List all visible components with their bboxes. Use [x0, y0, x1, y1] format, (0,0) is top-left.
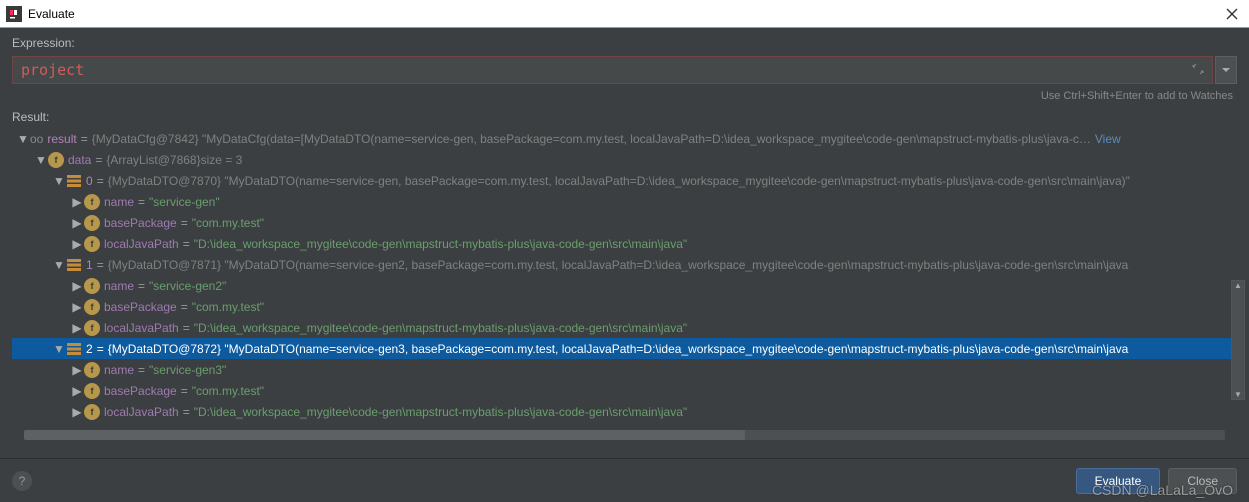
expression-value: project — [21, 61, 84, 79]
close-icon[interactable] — [1221, 3, 1243, 25]
tree-row-field[interactable]: ▶f localJavaPath="D:\idea_workspace_mygi… — [12, 233, 1237, 254]
scroll-down-icon[interactable]: ▼ — [1234, 390, 1242, 399]
expand-icon[interactable] — [1192, 63, 1204, 78]
collapse-icon[interactable]: ▼ — [52, 174, 66, 188]
tree-row-result[interactable]: ▼ oo result = {MyDataCfg@7842} "MyDataCf… — [12, 128, 1237, 149]
result-label: Result: — [12, 110, 1237, 124]
footer: ? Evaluate Close — [0, 458, 1249, 502]
element-icon — [66, 175, 82, 187]
field-icon: f — [84, 383, 100, 399]
field-icon: f — [84, 236, 100, 252]
expand-icon[interactable]: ▶ — [70, 384, 84, 398]
field-icon: f — [84, 215, 100, 231]
var-type: {MyDataCfg@7842} — [92, 132, 199, 146]
hint-text: Use Ctrl+Shift+Enter to add to Watches — [12, 90, 1237, 102]
field-icon: f — [84, 194, 100, 210]
window-title: Evaluate — [28, 7, 1221, 21]
field-icon: f — [84, 299, 100, 315]
help-button[interactable]: ? — [12, 471, 32, 491]
tree-row-field[interactable]: ▶f basePackage="com.my.test" — [12, 212, 1237, 233]
expression-label: Expression: — [12, 36, 1237, 50]
tree-row-data[interactable]: ▼ f data = {ArrayList@7868} size = 3 — [12, 149, 1237, 170]
tree-row-item[interactable]: ▼ 1={MyDataDTO@7871} "MyDataDTO(name=ser… — [12, 254, 1237, 275]
field-icon: f — [84, 278, 100, 294]
tree-row-item[interactable]: ▼ 2={MyDataDTO@7872} "MyDataDTO(name=ser… — [12, 338, 1237, 359]
tree-row-field[interactable]: ▶f name="service-gen2" — [12, 275, 1237, 296]
expand-icon[interactable]: ▶ — [70, 279, 84, 293]
vertical-side-scroll[interactable]: ▲ ▼ — [1231, 280, 1245, 400]
collapse-icon[interactable]: ▼ — [34, 153, 48, 167]
var-name: data — [68, 153, 91, 167]
scroll-thumb[interactable] — [24, 430, 745, 440]
expand-icon[interactable]: ▶ — [70, 300, 84, 314]
field-icon: f — [84, 362, 100, 378]
close-button[interactable]: Close — [1168, 468, 1237, 494]
expand-icon[interactable]: ▶ — [70, 195, 84, 209]
field-icon: f — [48, 152, 64, 168]
size-label: size = 3 — [201, 153, 243, 167]
tree-row-item[interactable]: ▼ 0={MyDataDTO@7870} "MyDataDTO(name=ser… — [12, 170, 1237, 191]
expand-icon[interactable]: ▶ — [70, 216, 84, 230]
expand-icon[interactable]: ▶ — [70, 321, 84, 335]
field-icon: f — [84, 320, 100, 336]
expand-icon[interactable]: ▶ — [70, 363, 84, 377]
tree-row-field[interactable]: ▶f name="service-gen" — [12, 191, 1237, 212]
var-type: {ArrayList@7868} — [106, 153, 200, 167]
tree-row-field[interactable]: ▶f localJavaPath="D:\idea_workspace_mygi… — [12, 401, 1237, 422]
tree-row-field[interactable]: ▶f name="service-gen3" — [12, 359, 1237, 380]
collapse-icon[interactable]: ▼ — [52, 258, 66, 272]
result-tree[interactable]: ▼ oo result = {MyDataCfg@7842} "MyDataCf… — [12, 128, 1237, 430]
scroll-up-icon[interactable]: ▲ — [1234, 281, 1242, 290]
tree-row-field[interactable]: ▶f basePackage="com.my.test" — [12, 380, 1237, 401]
horizontal-scrollbar[interactable] — [24, 430, 1225, 440]
element-icon — [66, 343, 82, 355]
var-name: result — [47, 132, 76, 146]
expression-input[interactable]: project — [12, 56, 1213, 84]
element-icon — [66, 259, 82, 271]
collapse-icon[interactable]: ▼ — [52, 342, 66, 356]
app-icon — [6, 6, 22, 22]
expand-icon[interactable]: ▶ — [70, 237, 84, 251]
collapse-icon[interactable]: ▼ — [16, 132, 30, 146]
object-icon: oo — [30, 132, 43, 146]
view-link[interactable]: View — [1095, 132, 1121, 146]
titlebar: Evaluate — [0, 0, 1249, 28]
tree-row-field[interactable]: ▶f basePackage="com.my.test" — [12, 296, 1237, 317]
tree-row-field[interactable]: ▶f localJavaPath="D:\idea_workspace_mygi… — [12, 317, 1237, 338]
evaluate-button[interactable]: Evaluate — [1076, 468, 1161, 494]
field-icon: f — [84, 404, 100, 420]
history-dropdown[interactable] — [1215, 56, 1237, 84]
var-value: "MyDataCfg(data=[MyDataDTO(name=service-… — [202, 132, 1091, 146]
expand-icon[interactable]: ▶ — [70, 405, 84, 419]
